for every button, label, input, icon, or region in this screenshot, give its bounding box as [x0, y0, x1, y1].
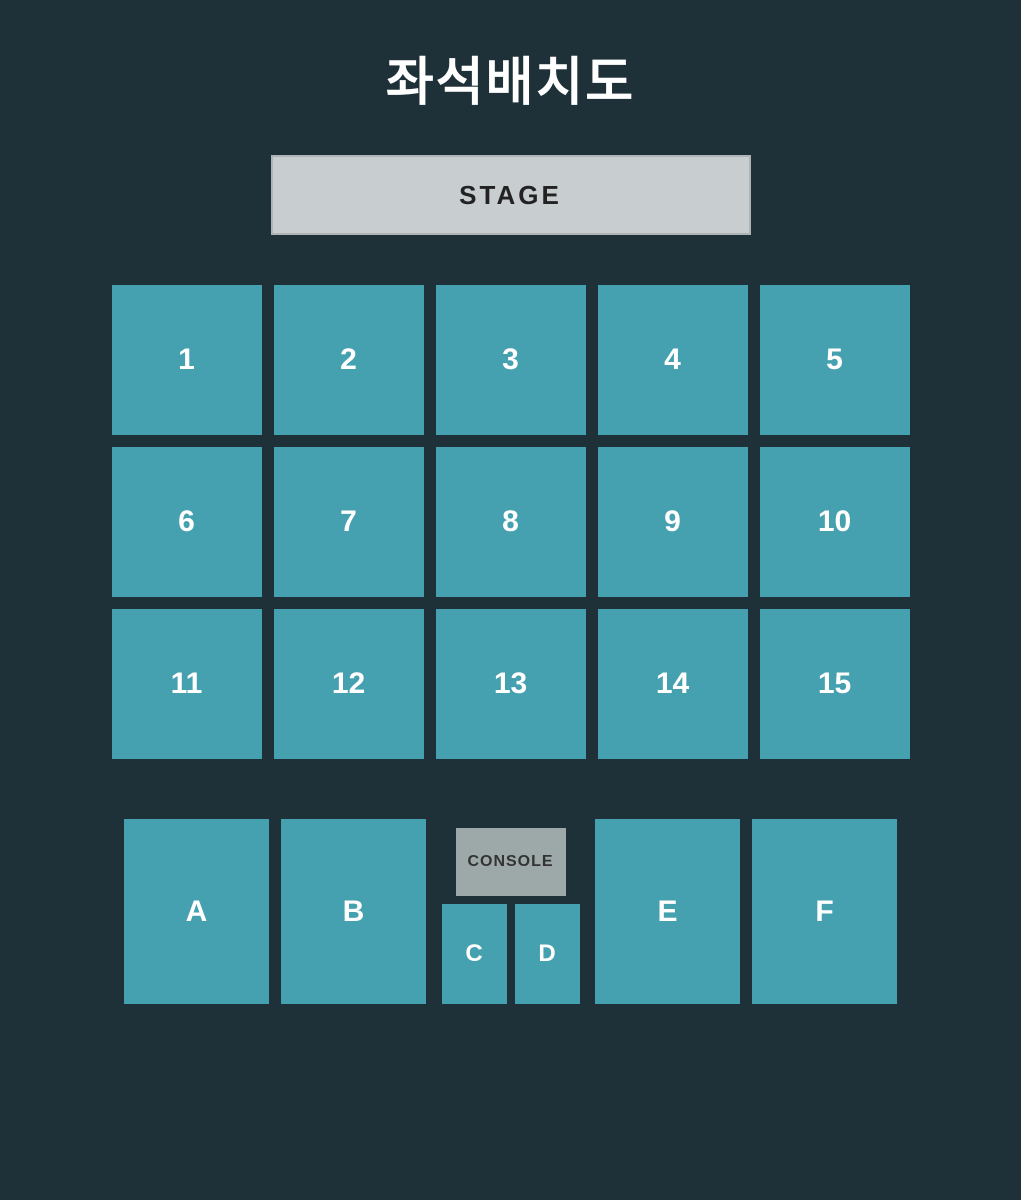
page-title: 좌석배치도 [386, 40, 635, 115]
seat-8[interactable]: 8 [436, 447, 586, 597]
back-seat-F[interactable]: F [752, 819, 897, 1004]
back-seat-C[interactable]: C [442, 904, 507, 1004]
seat-5[interactable]: 5 [760, 285, 910, 435]
console-label: CONSOLE [467, 853, 553, 871]
seat-6[interactable]: 6 [112, 447, 262, 597]
seat-13[interactable]: 13 [436, 609, 586, 759]
seat-3[interactable]: 3 [436, 285, 586, 435]
back-seat-A[interactable]: A [124, 819, 269, 1004]
middle-column: CONSOLE C D [438, 828, 583, 1004]
back-seat-B[interactable]: B [281, 819, 426, 1004]
seat-2[interactable]: 2 [274, 285, 424, 435]
back-seat-E[interactable]: E [595, 819, 740, 1004]
seat-12[interactable]: 12 [274, 609, 424, 759]
back-seat-D[interactable]: D [515, 904, 580, 1004]
seat-9[interactable]: 9 [598, 447, 748, 597]
stage-wrapper: STAGE [271, 155, 751, 235]
seat-14[interactable]: 14 [598, 609, 748, 759]
console-box: CONSOLE [456, 828, 566, 896]
seat-4[interactable]: 4 [598, 285, 748, 435]
seat-7[interactable]: 7 [274, 447, 424, 597]
stage-box: STAGE [271, 155, 751, 235]
seat-11[interactable]: 11 [112, 609, 262, 759]
cd-row: C D [438, 904, 583, 1004]
main-seating-grid: 1 2 3 4 5 6 7 8 9 10 11 12 13 14 15 [112, 285, 910, 759]
stage-label: STAGE [459, 180, 562, 211]
back-area-inner: A B CONSOLE C D E F [101, 819, 921, 1004]
back-area: A B CONSOLE C D E F [101, 819, 921, 1004]
seat-1[interactable]: 1 [112, 285, 262, 435]
seat-15[interactable]: 15 [760, 609, 910, 759]
seat-10[interactable]: 10 [760, 447, 910, 597]
